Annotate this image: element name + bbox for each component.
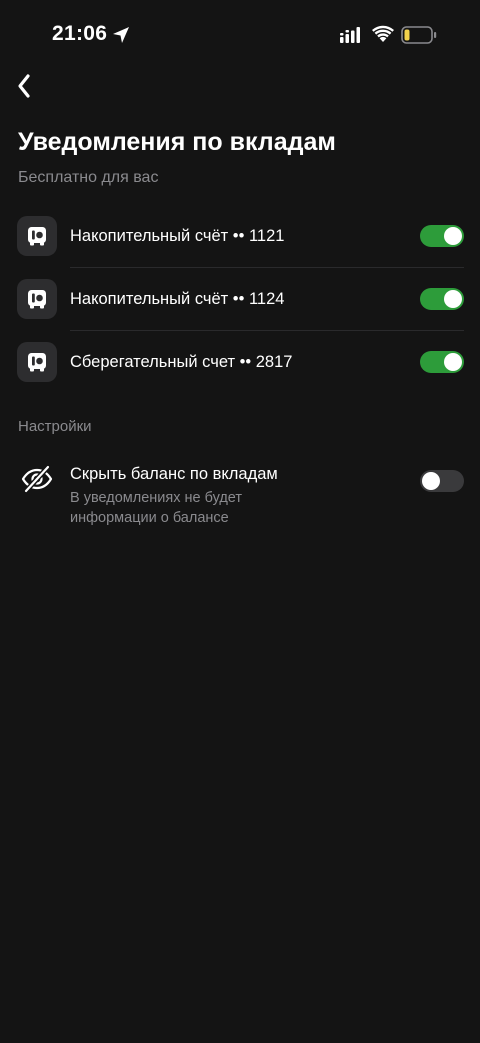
hide-balance-description: В уведомлениях не будет информации о бал… xyxy=(70,490,243,526)
toggle-knob xyxy=(422,472,440,490)
page-title: Уведомления по вкладам xyxy=(18,128,336,156)
back-button[interactable] xyxy=(8,68,40,104)
hide-balance-toggle[interactable] xyxy=(420,470,464,492)
account-row[interactable]: Сберегательный счет •• 2817 xyxy=(0,331,480,394)
hide-balance-setting[interactable]: Скрыть баланс по вкладам В уведомлениях … xyxy=(0,452,480,542)
safe-icon xyxy=(17,279,57,319)
toggle-knob xyxy=(444,353,462,371)
account-label: Накопительный счёт •• 1121 xyxy=(70,227,285,245)
screen: 21:06 Уведомления по вкладам Бесплатно д… xyxy=(0,0,480,1043)
account-notification-toggle[interactable] xyxy=(420,225,464,247)
status-time: 21:06 xyxy=(52,22,108,45)
settings-section-header: Настройки xyxy=(18,418,92,435)
account-list: Накопительный счёт •• 1121 Накопительный… xyxy=(0,205,480,394)
account-notification-toggle[interactable] xyxy=(420,351,464,373)
eye-slash-icon xyxy=(21,464,53,494)
safe-icon xyxy=(17,216,57,256)
toggle-knob xyxy=(444,227,462,245)
hide-balance-title: Скрыть баланс по вкладам xyxy=(70,465,278,483)
account-label: Накопительный счёт •• 1124 xyxy=(70,290,285,308)
cellular-signal-icon xyxy=(340,27,360,43)
wifi-icon xyxy=(372,25,394,42)
account-notification-toggle[interactable] xyxy=(420,288,464,310)
account-label: Сберегательный счет •• 2817 xyxy=(70,353,293,371)
status-bar: 21:06 xyxy=(0,0,480,70)
account-row[interactable]: Накопительный счёт •• 1121 xyxy=(0,205,480,268)
account-row[interactable]: Накопительный счёт •• 1124 xyxy=(0,268,480,331)
location-arrow-icon xyxy=(113,27,129,43)
page-subtitle: Бесплатно для вас xyxy=(18,169,159,186)
toggle-knob xyxy=(444,290,462,308)
safe-icon xyxy=(17,342,57,382)
battery-icon xyxy=(401,26,437,44)
chevron-left-icon xyxy=(18,74,30,98)
